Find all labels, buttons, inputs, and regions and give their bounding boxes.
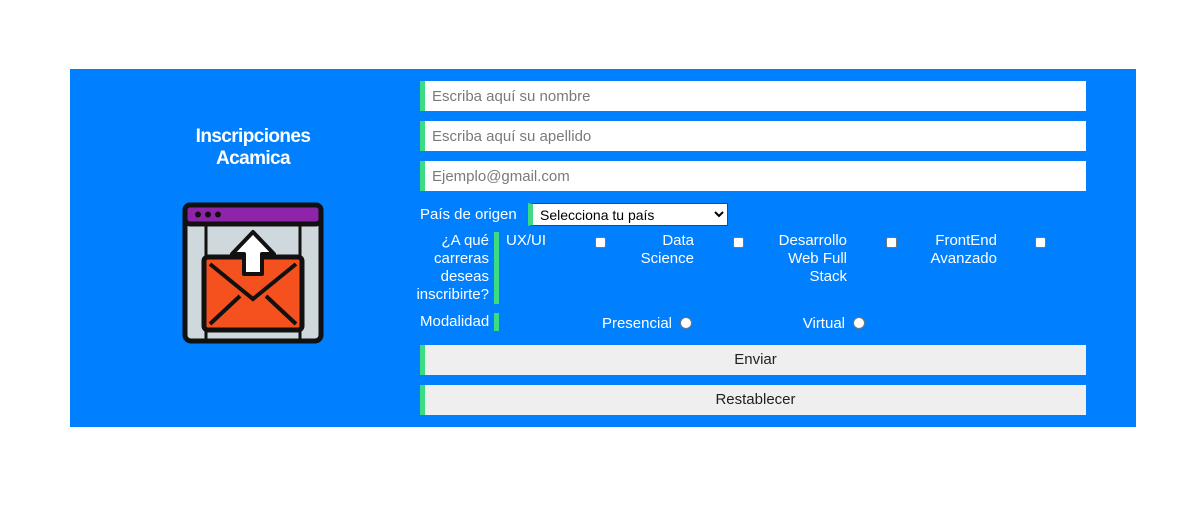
carrera-label-web-full-stack: Desarrollo Web Full Stack xyxy=(778,232,847,285)
email-upload-icon xyxy=(182,202,324,344)
carrera-label-uxui: UX/UI xyxy=(506,232,547,249)
carrera-checkbox-data-science[interactable] xyxy=(733,237,744,248)
carreras-accent-bar xyxy=(494,232,499,304)
modalidad-label: Modalidad xyxy=(420,313,490,330)
pais-label: País de origen xyxy=(420,206,517,223)
enviar-button[interactable]: Enviar xyxy=(420,345,1086,375)
modalidad-label-presencial: Presencial xyxy=(601,315,672,332)
carrera-checkbox-web-full-stack[interactable] xyxy=(886,237,897,248)
modalidad-radio-presencial[interactable] xyxy=(680,317,692,329)
pais-select[interactable]: Selecciona tu país xyxy=(528,203,728,226)
carrera-checkbox-frontend-avanzado[interactable] xyxy=(1035,237,1046,248)
email-input[interactable] xyxy=(420,161,1086,191)
carrera-label-data-science: Data Science xyxy=(640,232,694,267)
carrera-checkbox-uxui[interactable] xyxy=(595,237,606,248)
nombre-input[interactable] xyxy=(420,81,1086,111)
modalidad-radio-virtual[interactable] xyxy=(853,317,865,329)
carrera-label-frontend-avanzado: FrontEnd Avanzado xyxy=(930,232,997,267)
apellido-input[interactable] xyxy=(420,121,1086,151)
form-title: Inscripciones Acamica xyxy=(195,126,311,169)
restablecer-button[interactable]: Restablecer xyxy=(420,385,1086,415)
form-panel: Inscripciones Acamica País de origen Sel… xyxy=(70,69,1136,427)
modalidad-label-virtual: Virtual xyxy=(802,315,845,332)
modalidad-accent-bar xyxy=(494,313,499,331)
carreras-label: ¿A qué carreras deseas inscribirte? xyxy=(416,232,489,303)
